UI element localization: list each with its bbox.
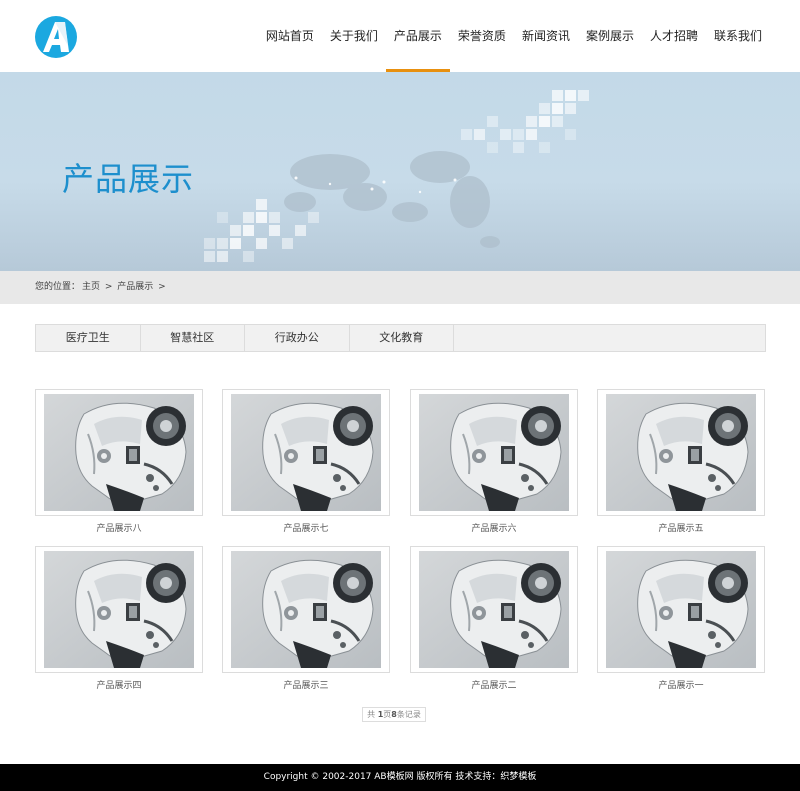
product-caption-link[interactable]: 产品展示六 — [410, 521, 578, 534]
product-caption-link[interactable]: 产品展示五 — [597, 521, 765, 534]
breadcrumb-prefix: 您的位置： — [35, 282, 81, 292]
breadcrumb: 您的位置： 主页 > 产品展示 > — [35, 271, 168, 304]
pagination-info: 共 1页8条记录 — [362, 707, 426, 722]
footer-copyright: Copyright © 2002-2017 AB模板网 版权所有 技术支持：织梦… — [263, 772, 537, 782]
category-tab-education[interactable]: 文化教育 — [350, 325, 454, 351]
product-card[interactable]: 产品展示六 — [410, 389, 578, 534]
product-thumbnail[interactable] — [597, 546, 765, 673]
nav-item-cases[interactable]: 案例展示 — [578, 0, 642, 72]
nav-item-jobs[interactable]: 人才招聘 — [642, 0, 706, 72]
product-card[interactable]: 产品展示三 — [222, 546, 390, 691]
nav-item-home[interactable]: 网站首页 — [258, 0, 322, 72]
robot-head-image — [419, 551, 569, 668]
category-tab-office[interactable]: 行政办公 — [245, 325, 350, 351]
product-caption-link[interactable]: 产品展示二 — [410, 678, 578, 691]
page-title: 产品展示 — [62, 160, 195, 198]
site-header: 网站首页 关于我们 产品展示 荣誉资质 新闻资讯 案例展示 人才招聘 联系我们 — [0, 0, 800, 72]
site-footer: Copyright © 2002-2017 AB模板网 版权所有 技术支持：织梦… — [0, 764, 800, 791]
breadcrumb-current-link[interactable]: 产品展示 — [117, 282, 153, 292]
product-thumbnail[interactable] — [222, 546, 390, 673]
product-card[interactable]: 产品展示八 — [35, 389, 203, 534]
breadcrumb-separator: > — [102, 282, 116, 292]
category-tab-community[interactable]: 智慧社区 — [141, 325, 245, 351]
pager-text: 条记录 — [396, 710, 421, 719]
nav-item-honors[interactable]: 荣誉资质 — [450, 0, 514, 72]
robot-head-image — [231, 551, 381, 668]
robot-head-image — [44, 551, 194, 668]
product-caption-link[interactable]: 产品展示三 — [222, 678, 390, 691]
page-banner: 产品展示 — [0, 72, 800, 271]
product-caption-link[interactable]: 产品展示七 — [222, 521, 390, 534]
product-card[interactable]: 产品展示二 — [410, 546, 578, 691]
product-card[interactable]: 产品展示五 — [597, 389, 765, 534]
robot-head-image — [419, 394, 569, 511]
robot-head-image — [44, 394, 194, 511]
pager-text: 共 — [367, 710, 378, 719]
product-thumbnail[interactable] — [597, 389, 765, 516]
robot-head-image — [606, 551, 756, 668]
product-thumbnail[interactable] — [222, 389, 390, 516]
category-tab-medical[interactable]: 医疗卫生 — [36, 325, 141, 351]
product-thumbnail[interactable] — [35, 546, 203, 673]
product-thumbnail[interactable] — [410, 389, 578, 516]
product-caption-link[interactable]: 产品展示四 — [35, 678, 203, 691]
product-caption-link[interactable]: 产品展示八 — [35, 521, 203, 534]
category-tabs: 医疗卫生 智慧社区 行政办公 文化教育 — [35, 324, 766, 352]
nav-item-news[interactable]: 新闻资讯 — [514, 0, 578, 72]
product-card[interactable]: 产品展示一 — [597, 546, 765, 691]
product-thumbnail[interactable] — [410, 546, 578, 673]
product-card[interactable]: 产品展示七 — [222, 389, 390, 534]
nav-item-contact[interactable]: 联系我们 — [706, 0, 770, 72]
breadcrumb-home-link[interactable]: 主页 — [82, 282, 100, 292]
main-nav: 网站首页 关于我们 产品展示 荣誉资质 新闻资讯 案例展示 人才招聘 联系我们 — [258, 0, 770, 72]
robot-head-image — [231, 394, 381, 511]
product-thumbnail[interactable] — [35, 389, 203, 516]
breadcrumb-separator: > — [155, 282, 166, 292]
product-card[interactable]: 产品展示四 — [35, 546, 203, 691]
nav-item-about[interactable]: 关于我们 — [322, 0, 386, 72]
product-caption-link[interactable]: 产品展示一 — [597, 678, 765, 691]
nav-item-products[interactable]: 产品展示 — [385, 0, 450, 72]
logo-icon[interactable] — [35, 16, 77, 58]
robot-head-image — [606, 394, 756, 511]
breadcrumb-bar: 您的位置： 主页 > 产品展示 > — [0, 271, 800, 304]
